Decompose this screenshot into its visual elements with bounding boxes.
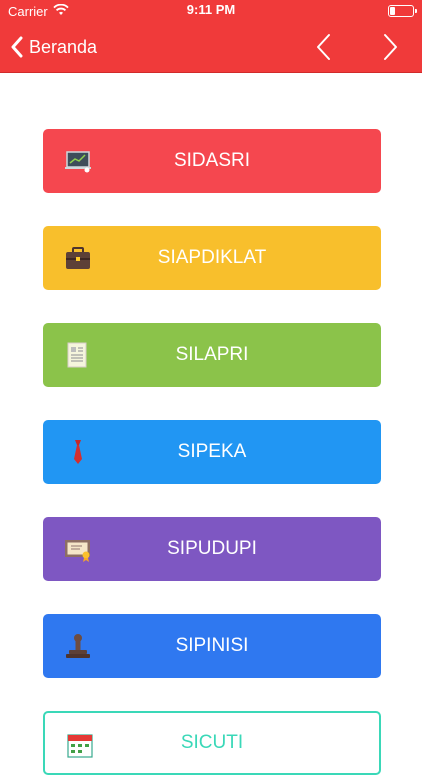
stamp-icon	[63, 631, 93, 661]
menu-button-label: SIDASRI	[173, 150, 251, 171]
document-report-icon	[63, 340, 93, 370]
menu-button-sipinisi[interactable]: SIPINISI	[43, 614, 381, 678]
menu-button-label: SILAPRI	[175, 344, 249, 365]
chevron-left-icon	[317, 34, 330, 60]
previous-button[interactable]	[310, 32, 340, 62]
calendar-icon	[65, 730, 95, 760]
menu-button-sicuti[interactable]: SICUTI	[43, 711, 381, 775]
wifi-icon	[53, 3, 69, 19]
back-button[interactable]: Beranda	[10, 33, 97, 61]
necktie-icon	[63, 437, 93, 467]
presentation-board-icon	[63, 146, 93, 176]
next-button[interactable]	[374, 32, 404, 62]
menu-button-label: SIPUDUPI	[167, 538, 257, 559]
status-carrier-group: Carrier	[8, 2, 69, 20]
menu-button-label: SIPEKA	[177, 441, 247, 462]
battery-icon	[388, 5, 417, 17]
certificate-icon	[63, 534, 93, 564]
menu-button-sipudupi[interactable]: SIPUDUPI	[43, 517, 381, 581]
briefcase-icon	[63, 243, 93, 273]
carrier-label: Carrier	[8, 3, 48, 19]
menu-list: SIDASRI SIAPDIKLAT SILAPRI SIPEKA SIPUDU…	[0, 73, 422, 775]
menu-button-sidasri[interactable]: SIDASRI	[43, 129, 381, 193]
menu-button-silapri[interactable]: SILAPRI	[43, 323, 381, 387]
battery-level	[390, 7, 396, 15]
chevron-right-icon	[384, 34, 397, 60]
menu-button-label: SIAPDIKLAT	[157, 247, 267, 268]
chevron-left-icon	[10, 36, 24, 58]
menu-button-sipeka[interactable]: SIPEKA	[43, 420, 381, 484]
menu-button-siapdiklat[interactable]: SIAPDIKLAT	[43, 226, 381, 290]
back-label: Beranda	[29, 36, 98, 57]
menu-button-label: SICUTI	[180, 732, 244, 753]
navigation-bar: Carrier 9:11 PM Beranda	[0, 0, 422, 73]
menu-button-label: SIPINISI	[175, 635, 249, 656]
